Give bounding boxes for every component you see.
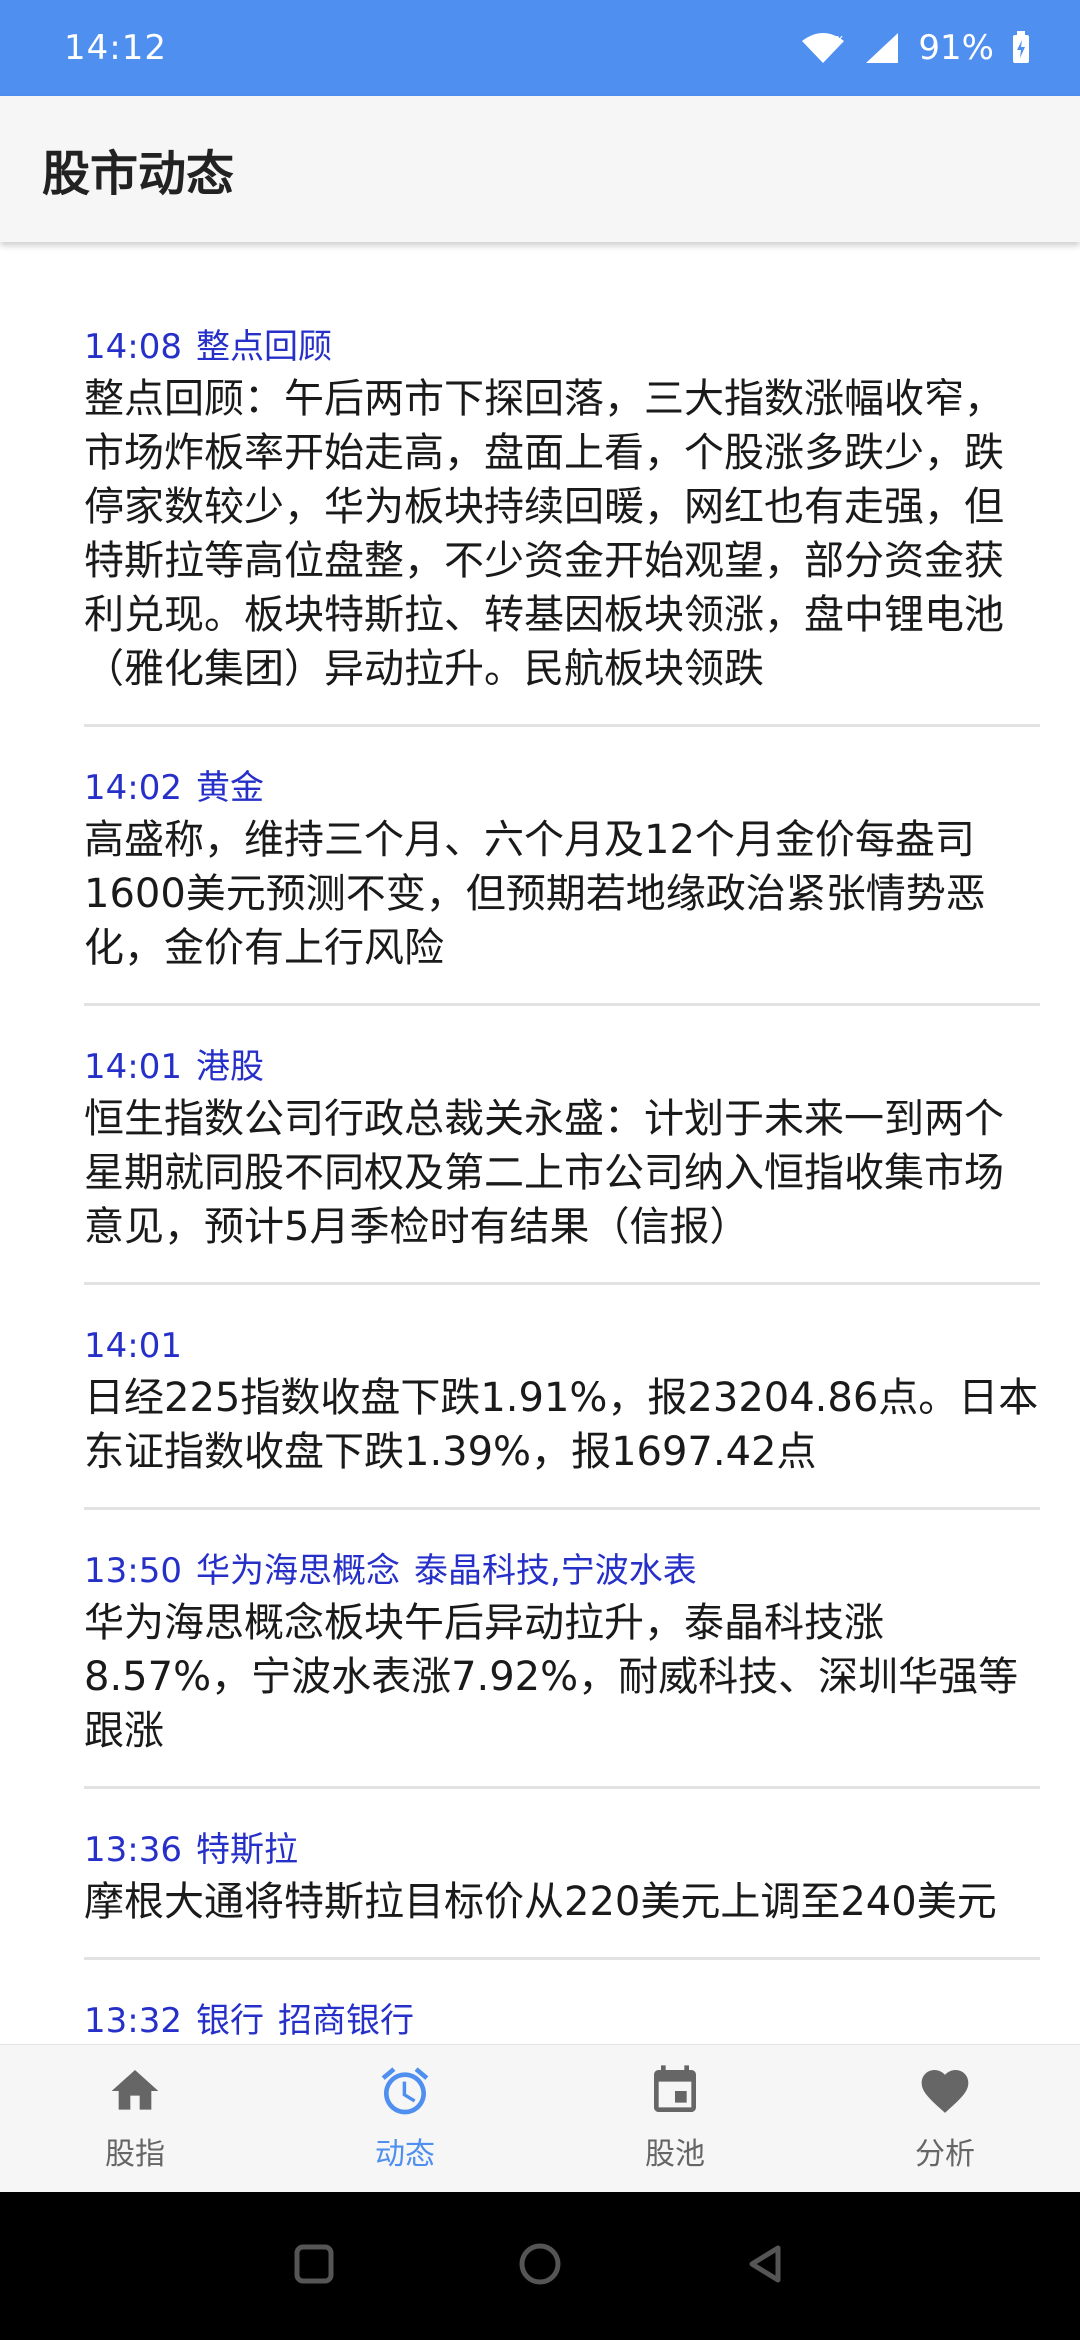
bottom-nav: 股指 动态 股池 分析	[0, 2044, 1080, 2193]
nav-label: 动态	[375, 2137, 435, 2172]
nav-label: 股指	[105, 2137, 165, 2172]
news-headline: 13:50 华为海思概念 泰晶科技,宁波水表	[84, 1546, 1040, 1596]
nav-item-news[interactable]: 动态	[270, 2045, 540, 2193]
news-item[interactable]: 14:02 黄金高盛称，维持三个月、六个月及12个月金价每盎司1600美元预测不变…	[84, 763, 1040, 1006]
news-text: 日经225指数收盘下跌1.91%，报23204.86点。日本东证指数收盘下跌1.…	[84, 1375, 1039, 1475]
app-bar: 股市动态	[0, 96, 1080, 242]
recents-button[interactable]	[292, 2242, 336, 2290]
news-item[interactable]: 13:50 华为海思概念 泰晶科技,宁波水表华为海思概念板块午后异动拉升，泰晶科技涨…	[84, 1546, 1040, 1789]
home-button[interactable]	[516, 2240, 564, 2292]
news-time: 14:01	[84, 1326, 182, 1366]
news-time: 14:02	[84, 768, 182, 808]
status-icons: x 91%	[800, 28, 1030, 68]
news-text: 高盛称，维持三个月、六个月及12个月金价每盎司1600美元预测不变，但预期若地缘…	[84, 817, 986, 971]
news-item[interactable]: 14:01 日经225指数收盘下跌1.91%，报23204.86点。日本东证指数收…	[84, 1321, 1040, 1510]
news-time: 13:50	[84, 1551, 182, 1591]
calendar-icon	[647, 2063, 703, 2123]
home-icon	[107, 2063, 163, 2123]
news-time: 14:01	[84, 1047, 182, 1087]
news-feed[interactable]: 14:08 整点回顾整点回顾：午后两市下探回落，三大指数涨幅收窄，市场炸板率开始走…	[0, 242, 1080, 2044]
news-headline: 13:32 银行 招商银行	[84, 1996, 1040, 2044]
news-headline: 14:01 港股	[84, 1042, 1040, 1092]
news-tag: 银行	[195, 2001, 264, 2041]
nav-item-analysis[interactable]: 分析	[810, 2045, 1080, 2193]
nav-item-stock-index[interactable]: 股指	[0, 2045, 270, 2193]
news-time: 13:36	[84, 1830, 182, 1870]
heart-icon	[917, 2063, 973, 2123]
status-time: 14:12	[64, 28, 167, 68]
news-time: 14:08	[84, 327, 182, 367]
news-text: 恒生指数公司行政总裁关永盛：计划于未来一到两个星期就同股不同权及第二上市公司纳入…	[84, 1096, 1004, 1250]
news-tag: 港股	[195, 1047, 264, 1087]
news-headline: 13:36 特斯拉	[84, 1825, 1040, 1875]
status-bar: 14:12 x 91%	[0, 0, 1080, 96]
news-tag: 华为海思概念	[195, 1551, 400, 1591]
news-text: 华为海思概念板块午后异动拉升，泰晶科技涨8.57%，宁波水表涨7.92%，耐威科…	[84, 1600, 1019, 1754]
nav-item-stock-pool[interactable]: 股池	[540, 2045, 810, 2193]
news-text: 整点回顾：午后两市下探回落，三大指数涨幅收窄，市场炸板率开始走高，盘面上看，个股…	[84, 376, 1004, 692]
news-item[interactable]: 13:32 银行 招商银行	[84, 1996, 1040, 2044]
page-title: 股市动态	[42, 146, 235, 202]
nav-label: 分析	[915, 2137, 975, 2172]
news-tag: 特斯拉	[195, 1830, 298, 1870]
news-tag: 整点回顾	[195, 327, 332, 367]
news-headline: 14:02 黄金	[84, 763, 1040, 813]
nav-label: 股池	[645, 2137, 705, 2172]
news-tag: 招商银行	[277, 2001, 414, 2041]
svg-text:x: x	[836, 32, 843, 46]
news-tag: 黄金	[195, 768, 264, 808]
cell-signal-icon	[864, 31, 900, 65]
battery-percent: 91%	[918, 28, 994, 68]
news-headline: 14:01	[84, 1321, 1040, 1371]
news-tag: 泰晶科技,宁波水表	[413, 1551, 697, 1591]
battery-charging-icon	[1012, 31, 1030, 65]
news-list: 14:08 整点回顾整点回顾：午后两市下探回落，三大指数涨幅收窄，市场炸板率开始走…	[0, 242, 1080, 2044]
news-item[interactable]: 13:36 特斯拉摩根大通将特斯拉目标价从220美元上调至240美元	[84, 1825, 1040, 1960]
news-text: 摩根大通将特斯拉目标价从220美元上调至240美元	[84, 1879, 997, 1925]
system-nav-bar	[0, 2192, 1080, 2340]
back-button[interactable]	[744, 2242, 788, 2290]
news-item[interactable]: 14:01 港股恒生指数公司行政总裁关永盛：计划于未来一到两个星期就同股不同权及第…	[84, 1042, 1040, 1285]
news-item[interactable]: 14:08 整点回顾整点回顾：午后两市下探回落，三大指数涨幅收窄，市场炸板率开始走…	[84, 322, 1040, 727]
alarm-clock-icon	[377, 2063, 433, 2123]
news-time: 13:32	[84, 2001, 182, 2041]
news-headline: 14:08 整点回顾	[84, 322, 1040, 372]
wifi-icon: x	[800, 31, 846, 65]
